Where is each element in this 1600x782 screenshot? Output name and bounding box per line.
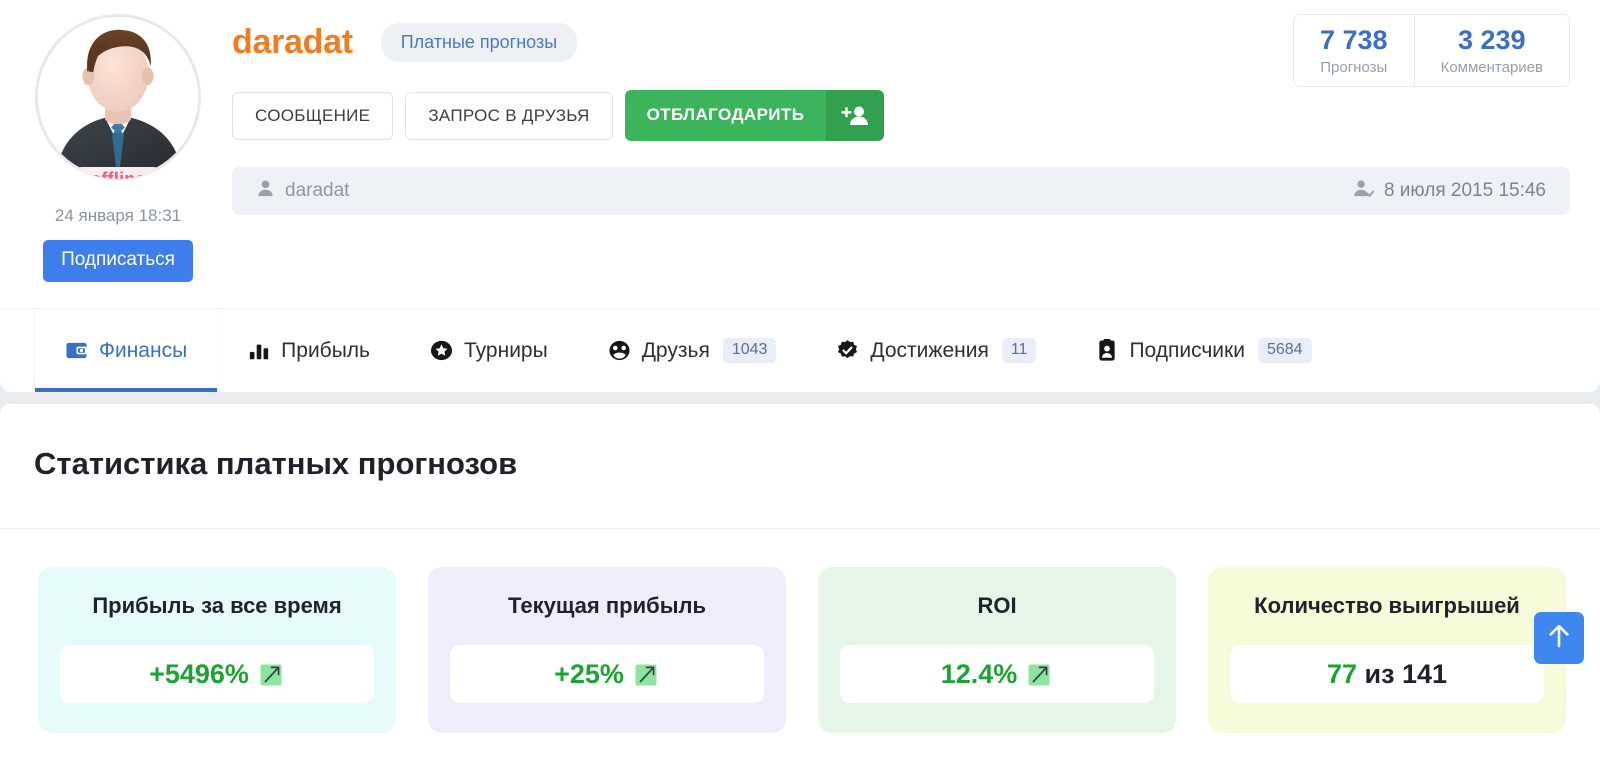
friends-icon (608, 339, 631, 362)
last-seen-text: 24 января 18:31 (54, 206, 182, 225)
wins-value: 77 (1326, 658, 1357, 689)
subscribe-button[interactable]: Подписаться (43, 240, 193, 282)
add-user-icon[interactable] (826, 90, 885, 141)
stat-card-value: +5496% (149, 658, 249, 689)
stat-card-all-time-profit[interactable]: Прибыль за все время +5496% (38, 567, 396, 733)
stat-card-value: 12.4% (940, 658, 1018, 689)
tab-finances[interactable]: Финансы (34, 309, 219, 392)
stat-card-title: Количество выигрышей (1254, 593, 1520, 618)
scroll-to-top-button[interactable] (1534, 612, 1584, 664)
action-buttons-row: СООБЩЕНИЕ ЗАПРОС В ДРУЗЬЯ ОТБЛАГОДАРИТЬ (232, 90, 1570, 141)
stat-cards: Прибыль за все время +5496% Текущая приб… (0, 529, 1600, 733)
trend-up-icon (632, 660, 660, 688)
info-strip-author: daradat (285, 180, 350, 201)
info-strip: daradat 8 июля 2015 15:46 (232, 167, 1570, 215)
stat-card-value-pill: +5496% (60, 645, 374, 703)
paid-predictions-badge[interactable]: Платные прогнозы (380, 22, 578, 62)
wins-total: из 141 (1356, 658, 1448, 689)
star-badge-icon (430, 339, 453, 362)
info-strip-date: 8 июля 2015 15:46 (1383, 180, 1546, 201)
stat-card-wins-count[interactable]: Количество выигрышей 77 из 141 (1208, 567, 1566, 733)
thank-button-label: ОТБЛАГОДАРИТЬ (624, 90, 827, 141)
tab-bar: Финансы Прибыль Турниры Друзья 1043 Дост… (0, 308, 1600, 392)
stats-title: Статистика платных прогнозов (34, 446, 518, 481)
stat-card-value-pill: +25% (450, 645, 764, 703)
status-badge: offline (76, 167, 160, 179)
friend-request-button[interactable]: ЗАПРОС В ДРУЗЬЯ (405, 91, 613, 140)
bar-chart-icon (248, 340, 270, 362)
tab-label: Прибыль (281, 338, 370, 362)
verified-check-icon (836, 339, 859, 362)
stat-card-title: ROI (977, 593, 1017, 618)
tab-friends[interactable]: Друзья 1043 (578, 309, 807, 392)
stat-card-value-pill: 12.4% (840, 645, 1154, 703)
contact-card-icon (1096, 339, 1118, 362)
avatar-column: offline 24 января 18:31 Подписаться (34, 14, 202, 282)
stat-card-current-profit[interactable]: Текущая прибыль +25% (428, 567, 786, 733)
tab-label: Турниры (464, 338, 548, 362)
tab-subscribers[interactable]: Подписчики 5684 (1066, 309, 1341, 392)
tab-label: Финансы (99, 338, 188, 362)
trend-up-icon (1025, 660, 1053, 688)
arrow-up-icon (1546, 622, 1572, 655)
stat-card-title: Текущая прибыль (508, 593, 706, 618)
stat-card-roi[interactable]: ROI 12.4% (818, 567, 1176, 733)
message-button[interactable]: СООБЩЕНИЕ (232, 91, 394, 140)
name-row: daradat Платные прогнозы (232, 18, 1570, 66)
person-check-icon (1353, 179, 1375, 203)
tab-label: Друзья (641, 338, 710, 362)
tab-label: Подписчики (1129, 338, 1245, 362)
wallet-icon (65, 339, 88, 362)
tab-label: Достижения (870, 338, 989, 362)
trend-up-icon (257, 660, 285, 688)
info-strip-left: daradat (256, 179, 349, 203)
person-icon (256, 179, 275, 203)
tab-profit[interactable]: Прибыль (218, 309, 400, 392)
tab-tournaments[interactable]: Турниры (400, 309, 578, 392)
profile-page: offline 24 января 18:31 Подписаться 7 73… (0, 0, 1600, 782)
tab-count-badge: 1043 (722, 338, 777, 363)
stat-card-value: 77 из 141 (1327, 659, 1447, 690)
profile-panel: offline 24 января 18:31 Подписаться 7 73… (0, 0, 1600, 392)
profile-body: daradat Платные прогнозы СООБЩЕНИЕ ЗАПРО… (232, 18, 1570, 215)
stat-card-title: Прибыль за все время (92, 593, 342, 618)
avatar[interactable]: offline (35, 14, 201, 180)
tab-count-badge: 5684 (1257, 338, 1312, 363)
tab-count-badge: 11 (1001, 338, 1037, 363)
stats-panel: Статистика платных прогнозов Прибыль за … (0, 404, 1600, 782)
info-strip-right: 8 июля 2015 15:46 (1353, 179, 1546, 203)
tab-achievements[interactable]: Достижения 11 (806, 309, 1066, 392)
stat-card-value-pill: 77 из 141 (1230, 645, 1544, 703)
stat-card-value: +25% (554, 658, 624, 689)
thank-button-group[interactable]: ОТБЛАГОДАРИТЬ (624, 90, 885, 141)
page-title: daradat (232, 22, 353, 61)
